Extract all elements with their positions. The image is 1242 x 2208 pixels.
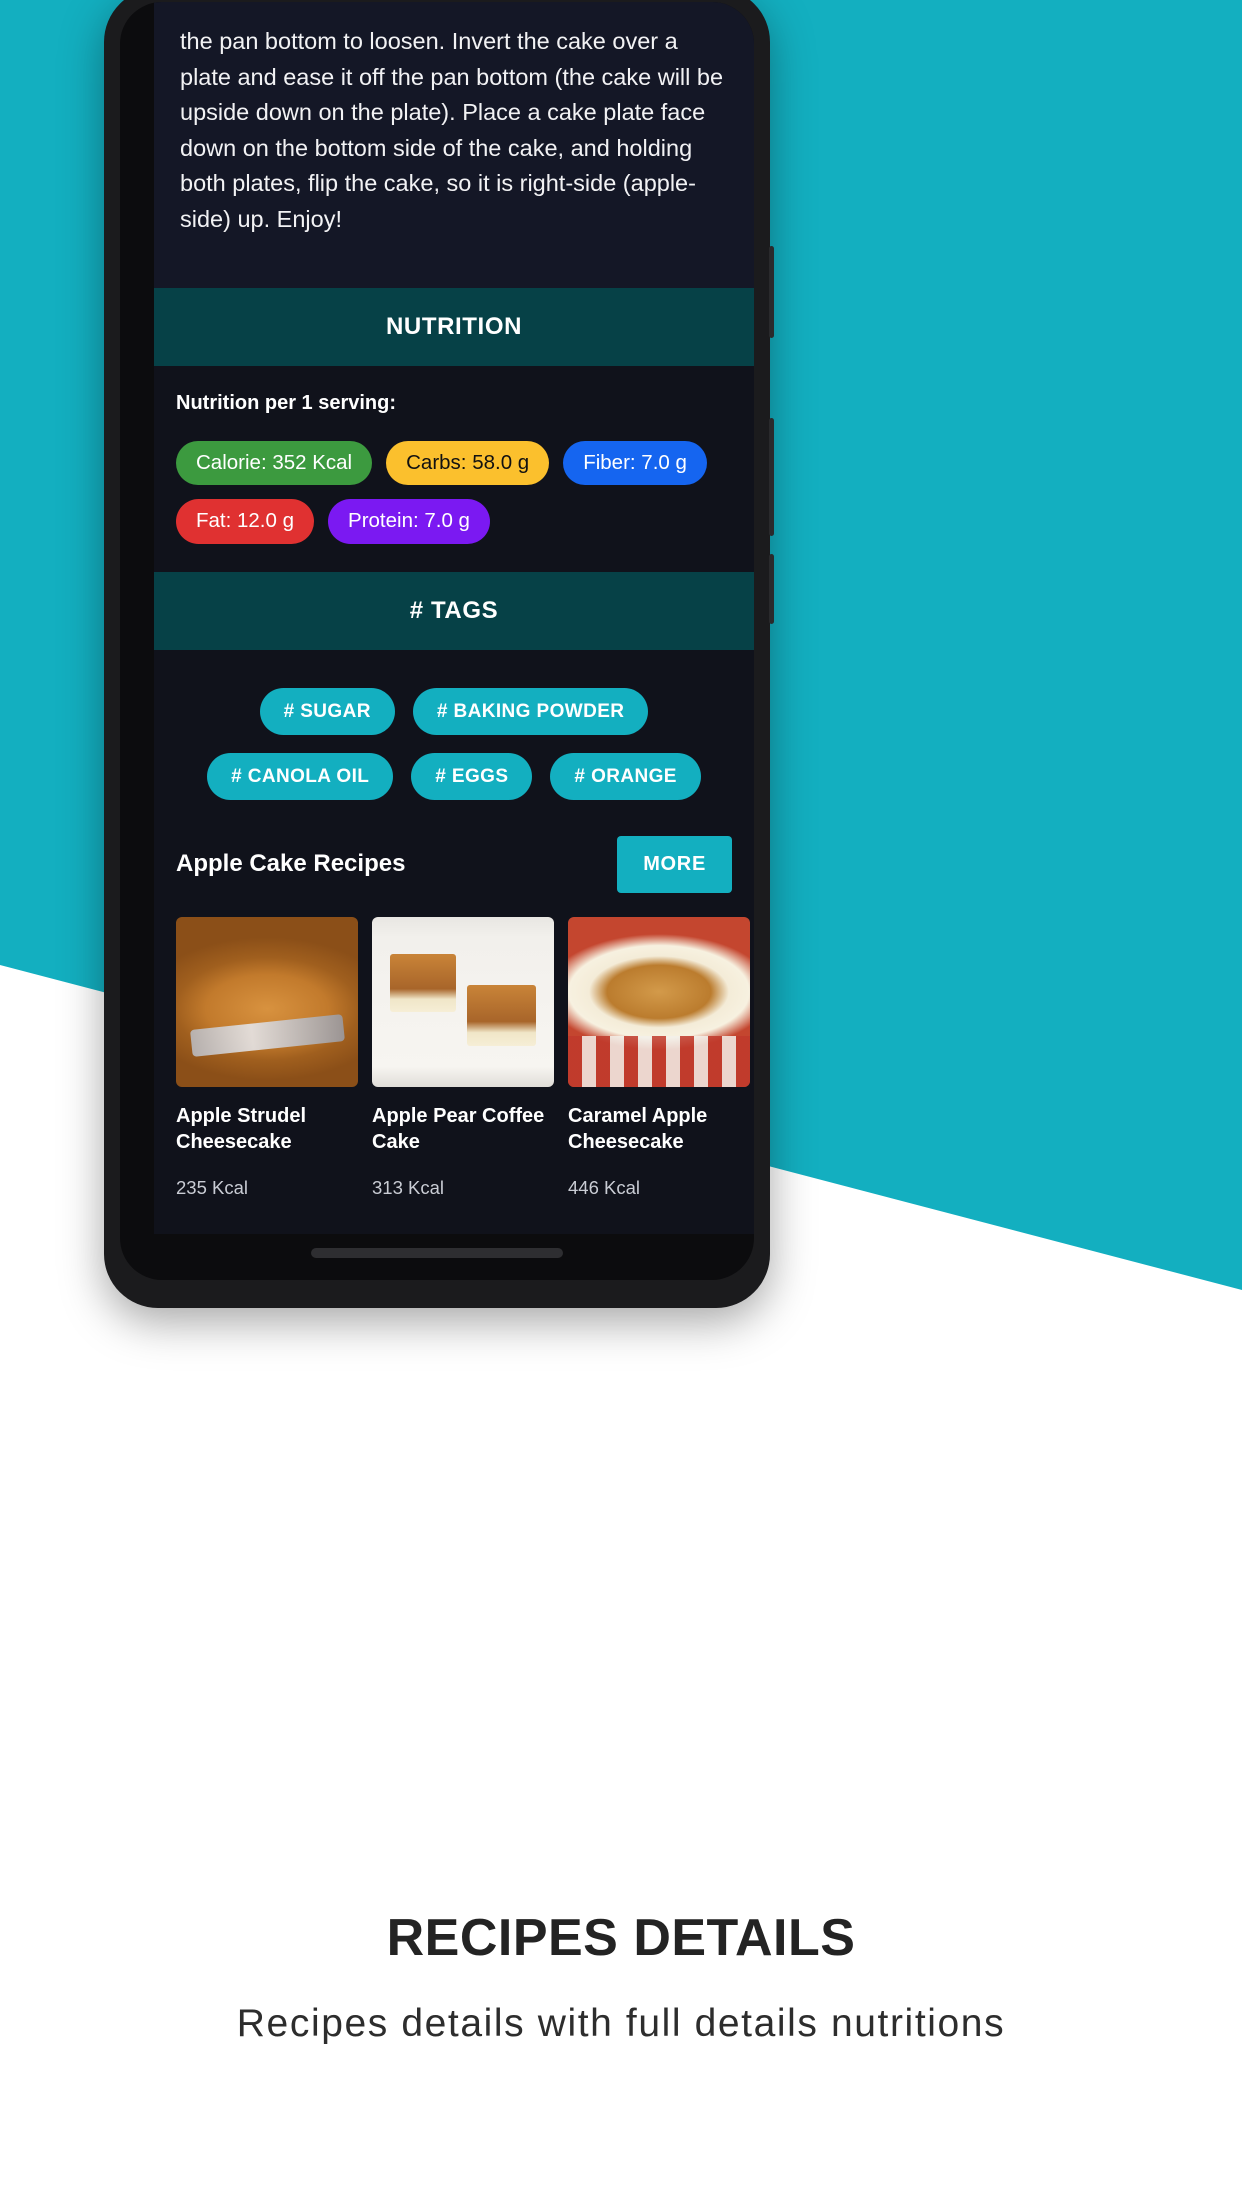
home-indicator	[311, 1248, 563, 1258]
nutrition-header-label: NUTRITION	[385, 312, 523, 340]
tag-pill[interactable]: # ORANGE	[550, 752, 701, 800]
promo-block: RECIPES DETAILS Recipes details with ful…	[0, 1908, 1242, 2058]
recipe-card[interactable]: Apple Pear Coffee Cake 313 Kcal	[372, 916, 554, 1199]
phone-screen: the pan bottom to loosen. Invert the cak…	[154, 2, 754, 1234]
instructions-text: the pan bottom to loosen. Invert the cak…	[180, 28, 724, 232]
tag-pill[interactable]: # BAKING POWDER	[412, 687, 649, 735]
nutrition-pill: Carbs: 58.0 g	[386, 440, 550, 486]
recipe-card-title: Caramel Apple Cheesecake	[568, 1104, 708, 1153]
tag-pill[interactable]: # SUGAR	[259, 687, 395, 735]
nutrition-pill: Fiber: 7.0 g	[563, 440, 707, 486]
volume-down-button[interactable]	[769, 554, 774, 624]
nutrition-serving-label: Nutrition per 1 serving:	[176, 391, 397, 414]
recipe-card-image	[372, 916, 554, 1087]
power-button[interactable]	[769, 246, 774, 338]
nutrition-pill: Calorie: 352 Kcal	[176, 440, 373, 486]
nutrition-body: Nutrition per 1 serving: Calorie: 352 Kc…	[154, 365, 754, 572]
recipe-card-image	[568, 916, 750, 1087]
tags-header-label: # TAGS	[409, 596, 499, 624]
related-recipes-title: Apple Cake Recipes	[176, 850, 406, 878]
promo-title: RECIPES DETAILS	[386, 1909, 856, 1967]
instructions-block: the pan bottom to loosen. Invert the cak…	[154, 2, 754, 288]
recipe-card-calories: 446 Kcal	[568, 1176, 640, 1198]
phone-bezel: the pan bottom to loosen. Invert the cak…	[120, 2, 754, 1280]
nutrition-section-header: NUTRITION	[154, 287, 754, 366]
recipe-card-calories: 313 Kcal	[372, 1176, 444, 1198]
page-root: the pan bottom to loosen. Invert the cak…	[0, 0, 1242, 2208]
recipe-card[interactable]: Caramel Apple Cheesecake 446 Kcal	[568, 916, 750, 1199]
volume-up-button[interactable]	[769, 418, 774, 536]
nutrition-pill: Fat: 12.0 g	[176, 499, 315, 544]
tags-section-header: # TAGS	[154, 571, 754, 650]
related-recipes-carousel[interactable]: Apple Strudel Cheesecake 235 Kcal Apple Pe…	[154, 902, 754, 1225]
recipe-card[interactable]: Apple Strudel Cheesecake 235 Kcal	[176, 916, 358, 1199]
promo-subtitle: Recipes details with full details nutrit…	[236, 2002, 1006, 2045]
recipe-card-title: Apple Pear Coffee Cake	[372, 1104, 545, 1153]
recipe-card-title: Apple Strudel Cheesecake	[176, 1104, 307, 1153]
nutrition-pill: Protein: 7.0 g	[328, 499, 490, 544]
white-background-bottom	[0, 1290, 1242, 2208]
tag-pill[interactable]: # CANOLA OIL	[207, 752, 394, 800]
recipe-card-image	[176, 916, 358, 1087]
more-button[interactable]: MORE	[617, 835, 732, 893]
tag-pill[interactable]: # EGGS	[411, 752, 533, 800]
recipe-card-calories: 235 Kcal	[176, 1176, 248, 1198]
nutrition-pill-list: Calorie: 352 Kcal Carbs: 58.0 g Fiber: 7.0…	[176, 440, 732, 544]
tag-list: # SUGAR # BAKING POWDER # CANOLA OIL # EGGS…	[170, 687, 738, 800]
related-recipes-header: Apple Cake Recipes MORE	[154, 821, 754, 903]
phone-mockup: the pan bottom to loosen. Invert the cak…	[104, 0, 774, 1308]
tags-body: # SUGAR # BAKING POWDER # CANOLA OIL # EGGS…	[154, 649, 754, 822]
